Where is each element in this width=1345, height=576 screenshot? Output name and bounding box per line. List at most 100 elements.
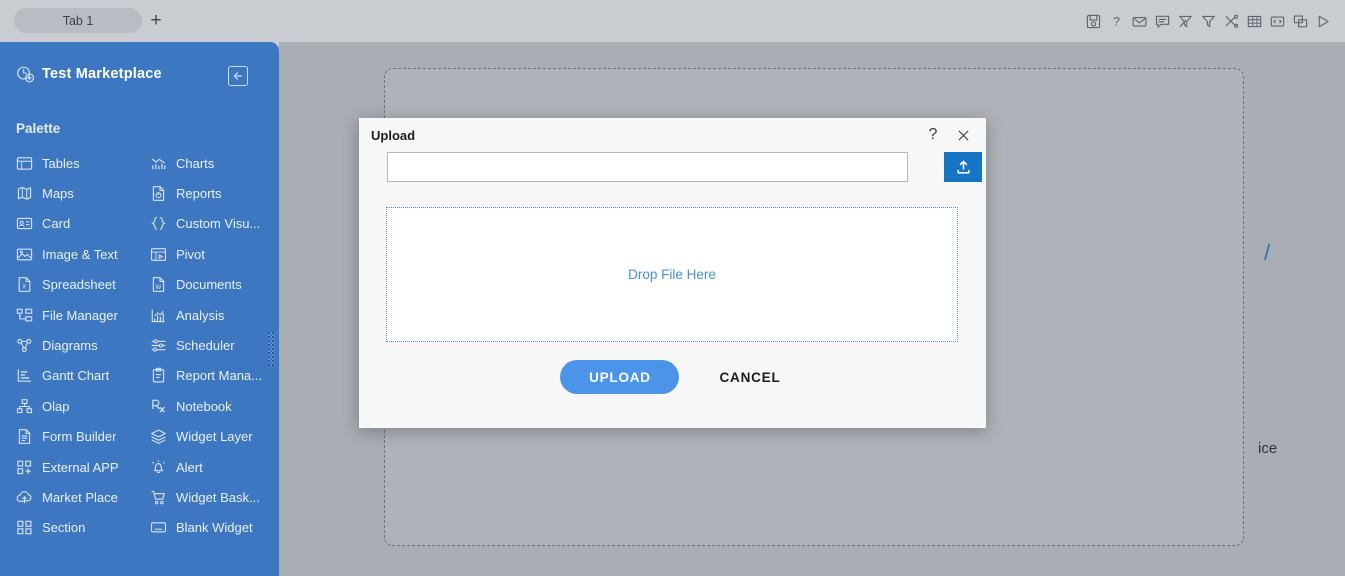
sidebar-item-label: Section bbox=[42, 520, 86, 536]
sidebar-item-olap[interactable]: Olap bbox=[16, 391, 146, 421]
sidebar-item-reports[interactable]: Reports bbox=[150, 178, 278, 208]
sidebar-item-report-manager[interactable]: Report Mana... bbox=[150, 361, 278, 391]
help-icon[interactable]: ? bbox=[1109, 14, 1124, 29]
sidebar-item-gantt-chart[interactable]: Gantt Chart bbox=[16, 361, 146, 391]
sidebar-item-custom-visual[interactable]: Custom Visu... bbox=[150, 209, 278, 239]
sidebar-item-label: Alert bbox=[176, 459, 203, 475]
sidebar-item-label: External APP bbox=[42, 459, 119, 475]
pivot-icon bbox=[150, 246, 167, 263]
sidebar-item-spreadsheet[interactable]: X Spreadsheet bbox=[16, 270, 146, 300]
clear-filter-icon[interactable] bbox=[1178, 14, 1193, 29]
file-drop-area[interactable]: Drop File Here bbox=[386, 207, 958, 342]
tab-bar: Tab 1 + ? bbox=[0, 0, 1345, 42]
widget-basket-icon bbox=[150, 489, 167, 506]
cancel-button[interactable]: CANCEL bbox=[715, 364, 784, 391]
sidebar-item-label: Form Builder bbox=[42, 429, 117, 445]
sidebar-item-maps[interactable]: Maps bbox=[16, 178, 146, 208]
notebook-icon bbox=[150, 398, 167, 415]
sidebar-item-label: Widget Layer bbox=[176, 429, 253, 445]
collapse-left-icon[interactable] bbox=[228, 66, 248, 86]
image-text-icon bbox=[16, 246, 33, 263]
sidebar-item-image-text[interactable]: Image & Text bbox=[16, 239, 146, 269]
sidebar-item-widget-layer[interactable]: Widget Layer bbox=[150, 422, 278, 452]
card-icon bbox=[16, 215, 33, 232]
sidebar-item-label: Scheduler bbox=[176, 338, 235, 354]
dialog-title: Upload bbox=[371, 128, 416, 143]
mail-icon[interactable] bbox=[1132, 14, 1147, 29]
sidebar-item-form-builder[interactable]: Form Builder bbox=[16, 422, 146, 452]
sidebar-item-label: Custom Visu... bbox=[176, 216, 261, 232]
sidebar-item-tables[interactable]: Tables bbox=[16, 148, 146, 178]
file-path-input[interactable] bbox=[387, 152, 908, 182]
browse-upload-button[interactable] bbox=[944, 152, 982, 182]
toolbar-icons: ? bbox=[1086, 14, 1331, 29]
sidebar-item-documents[interactable]: W Documents bbox=[150, 270, 278, 300]
sidebar-item-widget-basket[interactable]: Widget Bask... bbox=[150, 482, 278, 512]
sidebar-item-analysis[interactable]: Analysis bbox=[150, 300, 278, 330]
file-path-row bbox=[387, 152, 982, 182]
sidebar-item-blank-widget[interactable]: Blank Widget bbox=[150, 513, 278, 543]
sidebar-item-label: Documents bbox=[176, 277, 242, 293]
sidebar-item-label: Charts bbox=[176, 155, 215, 171]
background-fragment-2: ice bbox=[1258, 440, 1278, 457]
sidebar-item-file-manager[interactable]: File Manager bbox=[16, 300, 146, 330]
sidebar-item-charts[interactable]: Charts bbox=[150, 148, 278, 178]
palette-column-2: Charts Reports Custom Visu... Pivot W Do… bbox=[150, 148, 278, 543]
sidebar-item-label: File Manager bbox=[42, 307, 118, 323]
sidebar-item-label: Card bbox=[42, 216, 71, 232]
play-icon[interactable] bbox=[1316, 14, 1331, 29]
sidebar-item-label: Notebook bbox=[176, 398, 232, 414]
palette-label: Palette bbox=[16, 121, 61, 136]
palette-column-1: Tables Maps Card Image & Text X Spreadsh… bbox=[16, 148, 146, 543]
sidebar: Test Marketplace Palette Tables Maps Car… bbox=[0, 42, 279, 576]
sidebar-item-label: Diagrams bbox=[42, 338, 98, 354]
sidebar-item-card[interactable]: Card bbox=[16, 209, 146, 239]
filter-icon[interactable] bbox=[1201, 14, 1216, 29]
close-icon[interactable] bbox=[952, 124, 974, 146]
svg-text:?: ? bbox=[1113, 15, 1120, 29]
svg-text:W: W bbox=[156, 285, 162, 291]
save-icon[interactable] bbox=[1086, 14, 1101, 29]
dashboard-logo-icon bbox=[16, 65, 35, 84]
sidebar-item-diagrams[interactable]: Diagrams bbox=[16, 330, 146, 360]
sidebar-item-label: Gantt Chart bbox=[42, 368, 110, 384]
sidebar-item-section[interactable]: Section bbox=[16, 513, 146, 543]
comment-icon[interactable] bbox=[1155, 14, 1170, 29]
sidebar-item-label: Maps bbox=[42, 186, 74, 202]
copy-icon[interactable] bbox=[1293, 14, 1308, 29]
form-builder-icon bbox=[16, 428, 33, 445]
documents-icon: W bbox=[150, 276, 167, 293]
tools-icon[interactable] bbox=[1224, 14, 1239, 29]
help-icon[interactable]: ? bbox=[922, 124, 944, 146]
sidebar-item-market-place[interactable]: Market Place bbox=[16, 482, 146, 512]
tab-1[interactable]: Tab 1 bbox=[14, 8, 142, 33]
code-icon[interactable] bbox=[1270, 14, 1285, 29]
olap-icon bbox=[16, 398, 33, 415]
svg-text:X: X bbox=[22, 285, 26, 291]
tables-icon bbox=[16, 155, 33, 172]
sidebar-item-label: Market Place bbox=[42, 489, 118, 505]
section-icon bbox=[16, 519, 33, 536]
upload-icon bbox=[955, 159, 972, 176]
upload-button[interactable]: UPLOAD bbox=[560, 360, 680, 394]
widget-layer-icon bbox=[150, 428, 167, 445]
reports-icon bbox=[150, 185, 167, 202]
sidebar-title: Test Marketplace bbox=[42, 66, 162, 82]
sidebar-item-label: Analysis bbox=[176, 307, 225, 323]
sidebar-item-label: Tables bbox=[42, 155, 80, 171]
sidebar-item-alert[interactable]: Alert bbox=[150, 452, 278, 482]
sidebar-item-scheduler[interactable]: Scheduler bbox=[150, 330, 278, 360]
sidebar-item-external-app[interactable]: External APP bbox=[16, 452, 146, 482]
table-icon[interactable] bbox=[1247, 14, 1262, 29]
sidebar-item-notebook[interactable]: Notebook bbox=[150, 391, 278, 421]
scheduler-icon bbox=[150, 337, 167, 354]
analysis-icon bbox=[150, 307, 167, 324]
file-manager-icon bbox=[16, 307, 33, 324]
spreadsheet-icon: X bbox=[16, 276, 33, 293]
new-tab-button[interactable]: + bbox=[148, 11, 164, 30]
sidebar-resize-handle[interactable] bbox=[268, 332, 275, 366]
sidebar-item-label: Olap bbox=[42, 398, 70, 414]
diagrams-icon bbox=[16, 337, 33, 354]
sidebar-item-label: Report Mana... bbox=[176, 368, 262, 384]
sidebar-item-pivot[interactable]: Pivot bbox=[150, 239, 278, 269]
